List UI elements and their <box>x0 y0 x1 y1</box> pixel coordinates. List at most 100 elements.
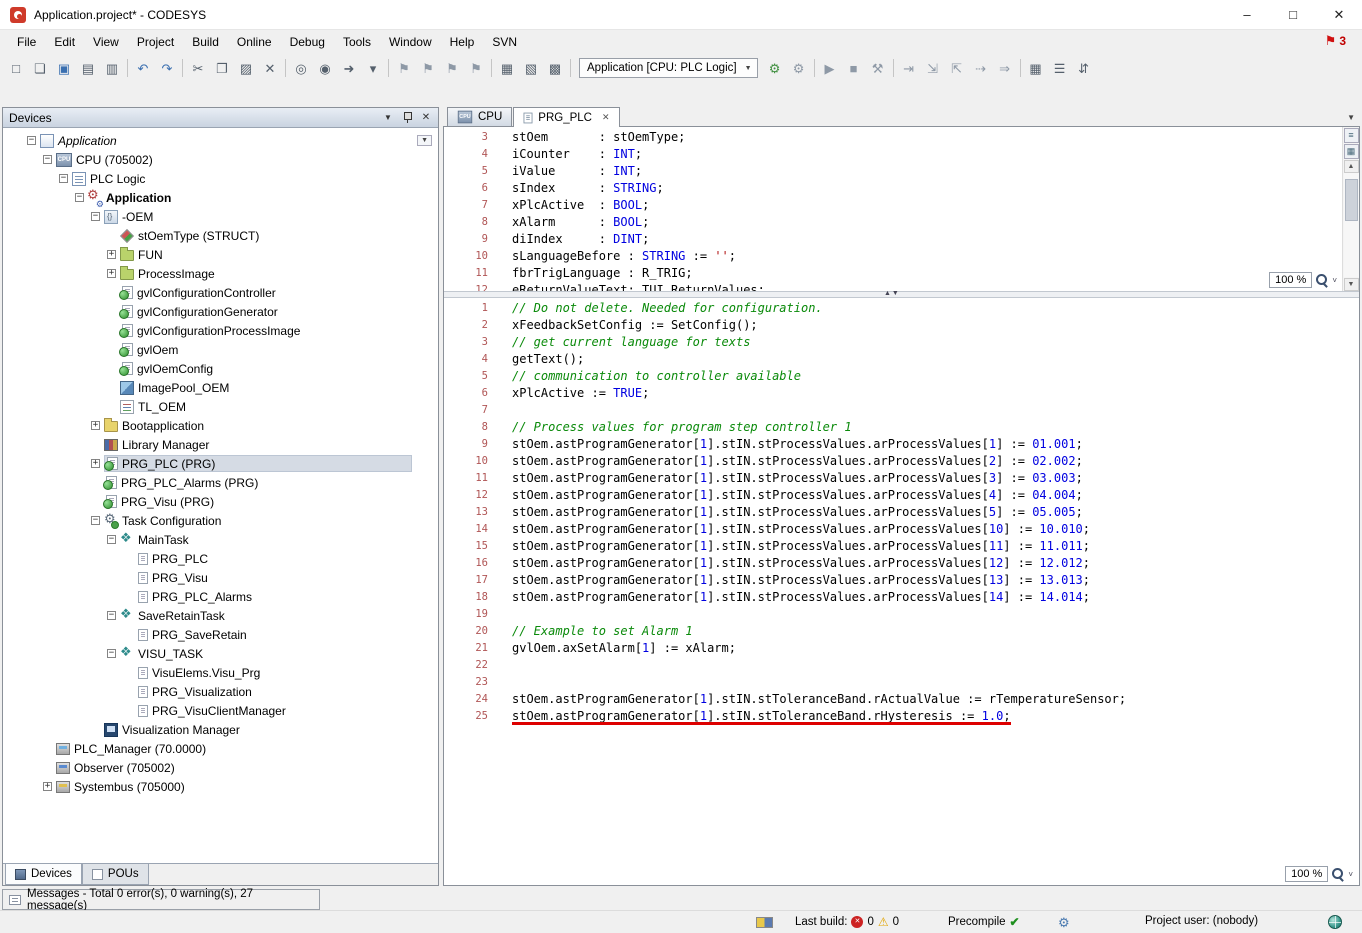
tabular-view-button[interactable]: ▦ <box>1344 144 1359 159</box>
tree-collapse-icon[interactable]: − <box>91 516 100 525</box>
magnifier-icon[interactable] <box>1331 867 1345 881</box>
implementation-editor[interactable]: 1// Do not delete. Needed for configurat… <box>444 298 1359 885</box>
cross-reference-button[interactable]: ▧ <box>519 57 543 79</box>
delete-button[interactable]: ✕ <box>258 57 282 79</box>
tree-expand-icon[interactable]: + <box>107 269 116 278</box>
run-to-cursor-button[interactable]: ⇢ <box>969 57 993 79</box>
set-next-statement-button[interactable]: ⇒ <box>993 57 1017 79</box>
menu-help[interactable]: Help <box>441 31 484 53</box>
tree-item-maintask[interactable]: −MainTask <box>3 530 438 549</box>
maximize-button[interactable]: □ <box>1270 0 1316 29</box>
menu-tools[interactable]: Tools <box>334 31 380 53</box>
panel-tab-pous[interactable]: POUs <box>82 864 149 885</box>
stop-button[interactable]: ■ <box>842 57 866 79</box>
tree-item-gvloem[interactable]: gvlOem <box>3 340 438 359</box>
globe-icon[interactable] <box>1328 915 1342 929</box>
tree-item-prg-plc-prg[interactable]: +PRG_PLC (PRG) <box>3 454 438 473</box>
pin-icon[interactable] <box>402 111 412 124</box>
tree-collapse-icon[interactable]: − <box>107 535 116 544</box>
tree-item-cpu-705002[interactable]: −CPUCPU (705002) <box>3 150 438 169</box>
tree-item-visualization-manager[interactable]: Visualization Manager <box>3 720 438 739</box>
tree-item-visu-task[interactable]: −VISU_TASK <box>3 644 438 663</box>
tree-item-oem[interactable]: −-OEM <box>3 207 438 226</box>
application-dropdown-icon[interactable]: ▼ <box>417 135 432 146</box>
bookmark-previous-button[interactable]: ⚑ <box>440 57 464 79</box>
tree-item-bootapplication[interactable]: +Bootapplication <box>3 416 438 435</box>
step-over-button[interactable]: ⇥ <box>897 57 921 79</box>
messages-view-button[interactable]: ▦ <box>495 57 519 79</box>
tree-item-plc-manager-70-0000[interactable]: PLC_Manager (70.0000) <box>3 739 438 758</box>
tree-collapse-icon[interactable]: − <box>91 212 100 221</box>
tree-item-prg-plc[interactable]: PRG_PLC <box>3 549 438 568</box>
tree-item-visuelems-visu-prg[interactable]: VisuElems.Visu_Prg <box>3 663 438 682</box>
menu-project[interactable]: Project <box>128 31 183 53</box>
flow-control-button[interactable]: ▦ <box>1024 57 1048 79</box>
splitter-grip-icon[interactable]: ▲▼ <box>884 290 900 297</box>
tree-item-prg-visualization[interactable]: PRG_Visualization <box>3 682 438 701</box>
menu-file[interactable]: File <box>8 31 45 53</box>
save-button[interactable]: ▣ <box>52 57 76 79</box>
new-file-button[interactable]: □ <box>4 57 28 79</box>
tree-item-saveretaintask[interactable]: −SaveRetainTask <box>3 606 438 625</box>
tree-expand-icon[interactable]: + <box>43 782 52 791</box>
print-button[interactable]: ▤ <box>76 57 100 79</box>
tree-item-library-manager[interactable]: Library Manager <box>3 435 438 454</box>
minimize-button[interactable]: – <box>1224 0 1270 29</box>
tree-item-task-configuration[interactable]: −Task Configuration <box>3 511 438 530</box>
tree-item-gvlconfigurationcontroller[interactable]: gvlConfigurationController <box>3 283 438 302</box>
tree-item-fun[interactable]: +FUN <box>3 245 438 264</box>
tree-item-prg-visuclientmanager[interactable]: PRG_VisuClientManager <box>3 701 438 720</box>
close-button[interactable]: ✕ <box>1316 0 1362 29</box>
tree-item-prg-plc-alarms[interactable]: PRG_PLC_Alarms <box>3 587 438 606</box>
bookmark-toggle-button[interactable]: ⚑ <box>392 57 416 79</box>
editor-splitter[interactable]: ▲▼ <box>444 291 1359 298</box>
tree-collapse-icon[interactable]: − <box>27 136 36 145</box>
device-tree[interactable]: −Application▼−CPUCPU (705002)−PLC Logic−… <box>3 128 438 863</box>
editor-tab-prg-plc[interactable]: PRG_PLC✕ <box>513 107 619 127</box>
cut-button[interactable]: ✂ <box>186 57 210 79</box>
tree-item-application[interactable]: −Application <box>3 188 438 207</box>
menu-online[interactable]: Online <box>228 31 281 53</box>
tree-item-processimage[interactable]: +ProcessImage <box>3 264 438 283</box>
panel-tab-devices[interactable]: Devices <box>5 864 82 885</box>
build-button[interactable]: ⚙ <box>763 57 787 79</box>
menu-svn[interactable]: SVN <box>483 31 526 53</box>
page-setup-button[interactable]: ▥ <box>100 57 124 79</box>
step-out-button[interactable]: ⇱ <box>945 57 969 79</box>
tree-item-plc-logic[interactable]: −PLC Logic <box>3 169 438 188</box>
messages-status-item[interactable]: Messages - Total 0 error(s), 0 warning(s… <box>2 889 320 910</box>
tree-item-stoemtype-struct[interactable]: stOemType (STRUCT) <box>3 226 438 245</box>
editor-tab-cpu[interactable]: CPUCPU <box>447 107 512 126</box>
tree-item-prg-saveretain[interactable]: PRG_SaveRetain <box>3 625 438 644</box>
tree-collapse-icon[interactable]: − <box>107 611 116 620</box>
panel-menu-icon[interactable]: ▼ <box>382 113 394 122</box>
menu-view[interactable]: View <box>84 31 128 53</box>
tree-expand-icon[interactable]: + <box>107 250 116 259</box>
declaration-editor[interactable]: 3stOem : stOemType;4iCounter : INT;5iVal… <box>444 127 1359 291</box>
bookmark-next-button[interactable]: ⚑ <box>416 57 440 79</box>
find-button[interactable]: ◎ <box>289 57 313 79</box>
panel-close-icon[interactable]: ✕ <box>420 112 432 123</box>
scroll-up-icon[interactable]: ▲ <box>1344 160 1359 173</box>
tree-item-application[interactable]: −Application▼ <box>3 131 438 150</box>
menu-edit[interactable]: Edit <box>45 31 84 53</box>
tree-collapse-icon[interactable]: − <box>107 649 116 658</box>
tree-expand-icon[interactable]: + <box>91 459 100 468</box>
tree-item-observer-705002[interactable]: Observer (705002) <box>3 758 438 777</box>
tree-item-gvlconfigurationgenerator[interactable]: gvlConfigurationGenerator <box>3 302 438 321</box>
tree-item-tl-oem[interactable]: TL_OEM <box>3 397 438 416</box>
tree-expand-icon[interactable]: + <box>91 421 100 430</box>
magnifier-icon[interactable] <box>1315 273 1329 287</box>
tree-item-gvlconfigurationprocessimage[interactable]: gvlConfigurationProcessImage <box>3 321 438 340</box>
zoom-level[interactable]: 100 % <box>1269 272 1312 288</box>
reset-button[interactable]: ⇵ <box>1072 57 1096 79</box>
bookmark-clear-button[interactable]: ⚑ <box>464 57 488 79</box>
redo-button[interactable]: ↷ <box>155 57 179 79</box>
scrollbar-thumb[interactable] <box>1345 179 1358 221</box>
pretest-flag-indicator[interactable]: ⚑ 3 <box>1325 33 1346 49</box>
copy-button[interactable]: ❐ <box>210 57 234 79</box>
tree-item-imagepool-oem[interactable]: ImagePool_OEM <box>3 378 438 397</box>
tree-item-prg-plc-alarms-prg[interactable]: PRG_PLC_Alarms (PRG) <box>3 473 438 492</box>
scroll-down-icon[interactable]: ▼ <box>1344 278 1359 291</box>
zoom-level[interactable]: 100 % <box>1285 866 1328 882</box>
